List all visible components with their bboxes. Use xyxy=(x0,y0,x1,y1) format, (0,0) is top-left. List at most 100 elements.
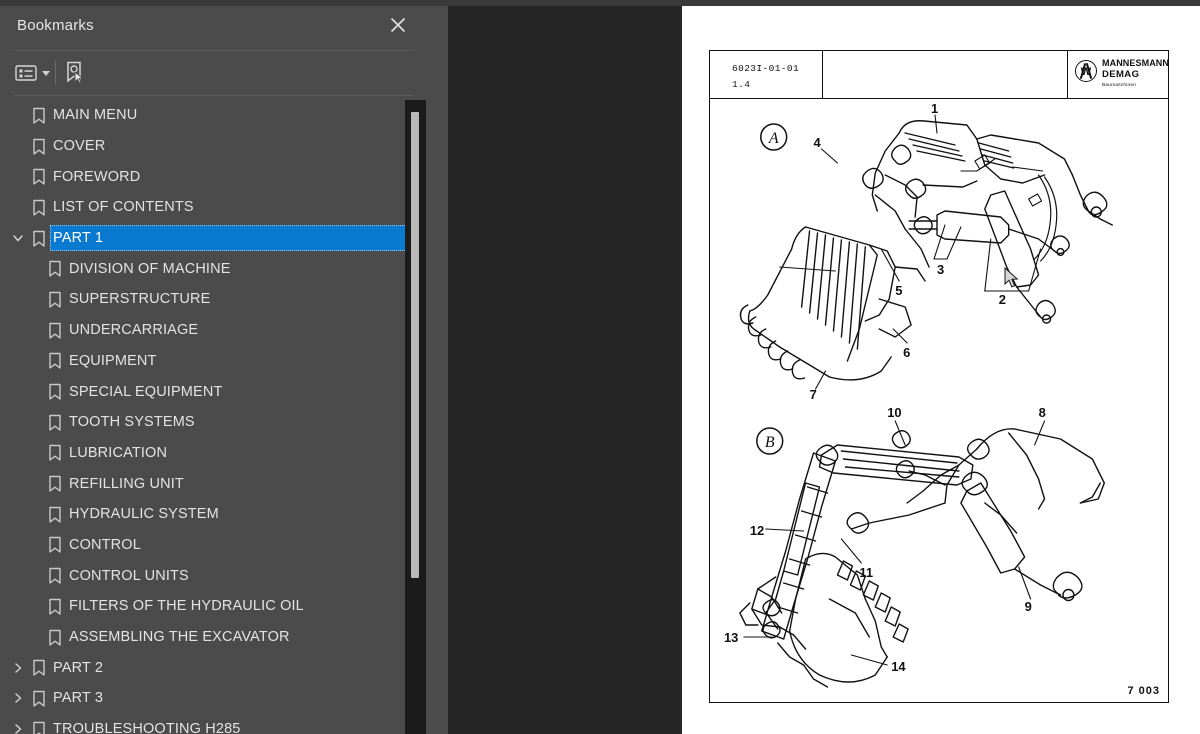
bookmarks-panel: Bookmarks MAIN MENU COVER FOREWORD LIST … xyxy=(0,6,426,734)
bookmark-item[interactable]: HYDRAULIC SYSTEM xyxy=(0,499,412,530)
panel-title: Bookmarks xyxy=(17,17,94,34)
bookmark-item[interactable]: LIST OF CONTENTS xyxy=(0,192,412,223)
bookmark-label: DIVISION OF MACHINE xyxy=(69,260,231,277)
selection-highlight xyxy=(50,224,407,252)
bookmark-label: LIST OF CONTENTS xyxy=(53,199,194,216)
toolbar-divider xyxy=(14,95,414,96)
figure-a: A 1 2 3 4 5 6 7 xyxy=(710,99,1168,399)
bookmark-label: UNDERCARRIAGE xyxy=(69,322,199,339)
mouse-cursor xyxy=(1004,266,1020,294)
bookmarks-toolbar xyxy=(0,55,426,93)
bookmark-label: PART 2 xyxy=(53,659,104,676)
chevron-right-icon[interactable] xyxy=(11,722,25,734)
bookmark-icon xyxy=(31,168,47,185)
bookmarks-panel-header: Bookmarks xyxy=(0,6,426,46)
bookmark-icon xyxy=(31,721,47,734)
bookmark-label: TOOTH SYSTEMS xyxy=(69,414,195,431)
document-page: 6023I-01-01 1.4 W MANNESMANN DEMAG Bauma… xyxy=(682,6,1200,734)
chevron-down-icon xyxy=(42,70,50,76)
bookmark-item[interactable]: FOREWORD xyxy=(0,161,412,192)
bookmark-item[interactable]: SUPERSTRUCTURE xyxy=(0,284,412,315)
title-block-middle-cell xyxy=(823,51,1068,98)
bookmark-label: LUBRICATION xyxy=(69,444,168,461)
bookmark-icon xyxy=(31,107,47,124)
bookmark-item[interactable]: CONTROL xyxy=(0,530,412,561)
bookmark-label: SUPERSTRUCTURE xyxy=(69,291,211,308)
bookmark-item[interactable]: PART 3 xyxy=(0,683,412,714)
bookmark-item[interactable]: TROUBLESHOOTING H285 xyxy=(0,714,412,734)
bookmark-label: TROUBLESHOOTING H285 xyxy=(53,721,241,734)
svg-text:A: A xyxy=(768,130,779,147)
bookmarks-tree[interactable]: MAIN MENU COVER FOREWORD LIST OF CONTENTS PA… xyxy=(0,100,412,734)
bookmark-label: COVER xyxy=(53,138,106,155)
bookmark-label: CONTROL xyxy=(69,536,141,553)
chevron-down-icon[interactable] xyxy=(11,231,25,245)
bookmark-label: EQUIPMENT xyxy=(69,352,157,369)
bookmarks-scrollbar-thumb[interactable] xyxy=(411,112,419,578)
pdf-viewer[interactable]: 6023I-01-01 1.4 W MANNESMANN DEMAG Bauma… xyxy=(448,6,1200,734)
drawing-number: 6023I-01-01 xyxy=(732,63,800,74)
bookmark-label: PART 3 xyxy=(53,690,104,707)
callout-10: 10 xyxy=(887,405,901,420)
logo-cell: W MANNESMANN DEMAG Baumaschinen xyxy=(1068,51,1169,98)
callout-11: 11 xyxy=(859,565,873,580)
chevron-right-icon[interactable] xyxy=(11,661,25,675)
bookmark-label: SPECIAL EQUIPMENT xyxy=(69,383,223,400)
application-window: Bookmarks MAIN MENU COVER FOREWORD LIST … xyxy=(0,0,1200,734)
callout-9: 9 xyxy=(1025,599,1032,614)
close-icon[interactable] xyxy=(387,14,409,36)
bookmark-icon xyxy=(47,536,63,554)
sheet-number: 7 003 xyxy=(1127,685,1160,697)
callout-3: 3 xyxy=(937,262,944,277)
svg-text:B: B xyxy=(765,434,775,451)
bookmark-item[interactable]: UNDERCARRIAGE xyxy=(0,315,412,346)
callout-5: 5 xyxy=(895,283,902,298)
bookmark-label: CONTROL UNITS xyxy=(69,567,189,584)
bookmark-label: REFILLING UNIT xyxy=(69,475,184,492)
drawing-frame: 6023I-01-01 1.4 W MANNESMANN DEMAG Bauma… xyxy=(709,50,1169,703)
bookmark-item[interactable]: EQUIPMENT xyxy=(0,346,412,377)
bookmark-icon xyxy=(31,659,47,676)
bookmark-icon xyxy=(47,506,63,523)
bookmark-label: HYDRAULIC SYSTEM xyxy=(69,506,219,523)
callout-1: 1 xyxy=(931,101,938,116)
bookmark-icon xyxy=(47,291,63,308)
drawing-number-cell: 6023I-01-01 1.4 xyxy=(710,51,823,98)
drawing-revision: 1.4 xyxy=(732,79,751,90)
bookmark-item[interactable]: LUBRICATION xyxy=(0,438,412,469)
mannesmann-demag-logo-icon: W xyxy=(1075,60,1097,82)
logo-line-3: Baumaschinen xyxy=(1102,83,1137,88)
bookmark-item[interactable]: FILTERS OF THE HYDRAULIC OIL xyxy=(0,591,412,622)
bookmark-item[interactable]: CONTROL UNITS xyxy=(0,560,412,591)
callout-13: 13 xyxy=(724,630,738,645)
bookmark-icon xyxy=(47,322,63,339)
bookmark-item[interactable]: REFILLING UNIT xyxy=(0,468,412,499)
bookmark-label: FOREWORD xyxy=(53,168,141,185)
bookmark-label: PART 1 xyxy=(53,230,104,247)
bookmark-icon xyxy=(47,414,63,431)
bookmark-icon xyxy=(47,352,63,370)
bookmark-item[interactable]: PART 1 xyxy=(0,223,412,254)
list-options-icon[interactable] xyxy=(15,60,50,86)
bookmark-label: ASSEMBLING THE EXCAVATOR xyxy=(69,629,290,646)
panel-divider[interactable] xyxy=(426,6,867,734)
callout-12: 12 xyxy=(750,523,764,538)
bookmark-icon xyxy=(47,567,63,584)
title-block: 6023I-01-01 1.4 W MANNESMANN DEMAG Bauma… xyxy=(710,51,1169,99)
bookmark-icon xyxy=(47,444,63,462)
bookmark-icon xyxy=(47,475,63,492)
bookmark-item[interactable]: PART 2 xyxy=(0,652,412,683)
bookmark-icon xyxy=(31,138,47,155)
new-bookmark-icon[interactable] xyxy=(64,60,86,86)
callout-14: 14 xyxy=(891,659,906,674)
bookmark-item[interactable]: MAIN MENU xyxy=(0,100,412,131)
bookmark-item[interactable]: COVER xyxy=(0,131,412,162)
bookmark-item[interactable]: ASSEMBLING THE EXCAVATOR xyxy=(0,622,412,653)
bookmark-item[interactable]: DIVISION OF MACHINE xyxy=(0,253,412,284)
bookmark-item[interactable]: SPECIAL EQUIPMENT xyxy=(0,376,412,407)
bookmark-item[interactable]: TOOTH SYSTEMS xyxy=(0,407,412,438)
bookmark-icon xyxy=(47,260,63,277)
chevron-right-icon[interactable] xyxy=(11,691,25,705)
bookmark-icon xyxy=(31,230,47,247)
callout-4: 4 xyxy=(814,135,822,150)
